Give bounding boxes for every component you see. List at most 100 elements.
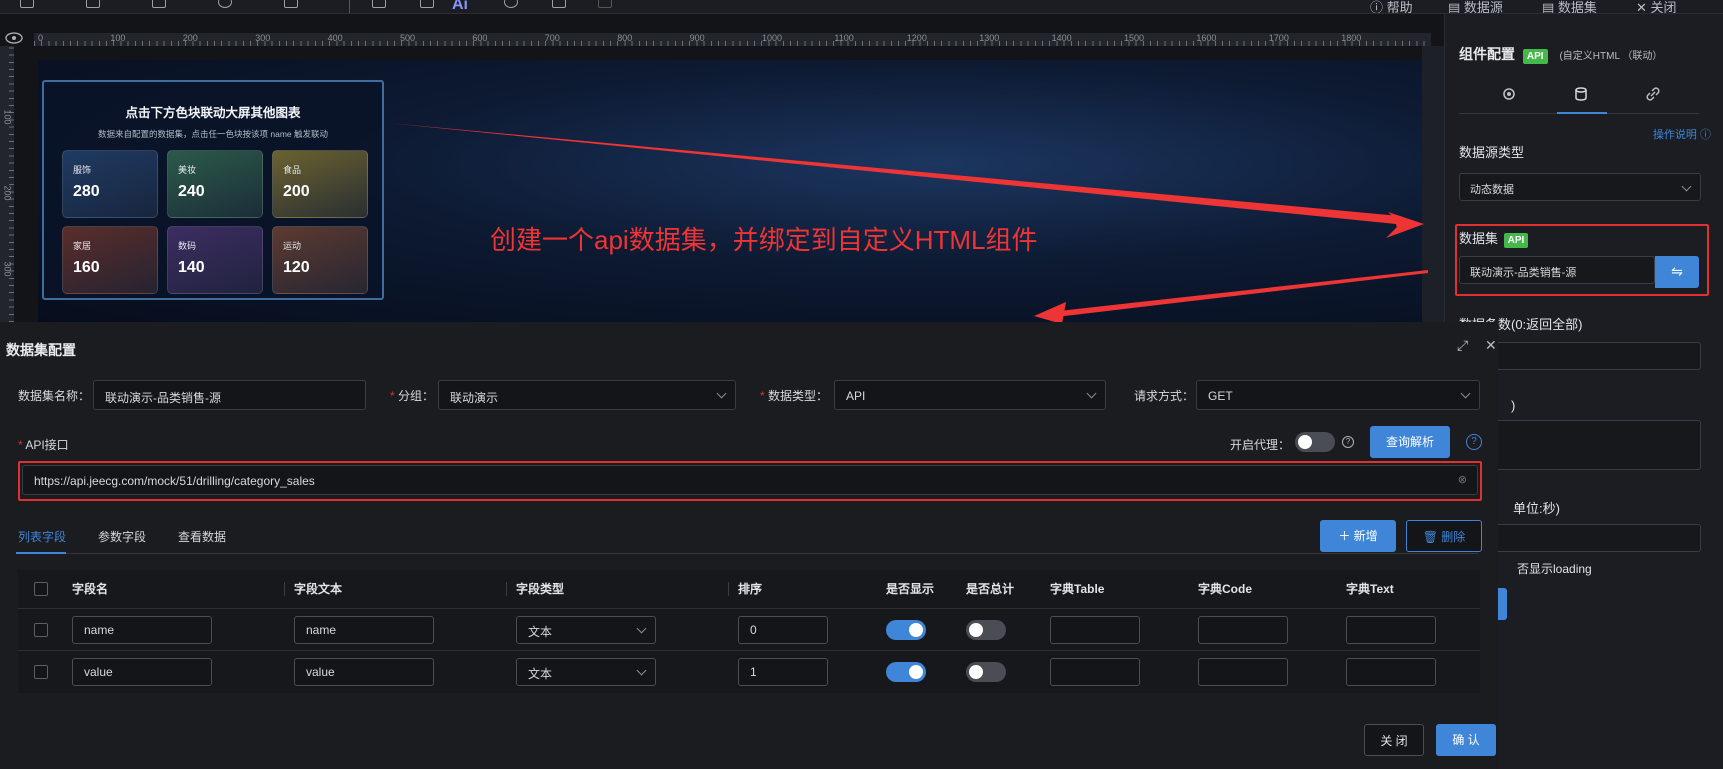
delete-field-button[interactable]: 🗑 删除	[1406, 520, 1482, 552]
source-type-select[interactable]: 动态数据	[1459, 173, 1701, 201]
proxy-toggle[interactable]	[1295, 432, 1335, 452]
field-text-input[interactable]: name	[294, 616, 434, 644]
row-checkbox[interactable]	[34, 623, 48, 637]
link-icon[interactable]	[1643, 84, 1663, 104]
add-label: 新增	[1353, 529, 1378, 543]
field-tabs: 列表字段 参数字段 查看数据	[16, 520, 1478, 554]
panel-tabs	[1459, 74, 1699, 114]
interval-label: 单位:秒)	[1513, 501, 1560, 516]
dataset-name-value: 联动演示-品类销售-源	[105, 391, 221, 405]
toggle-knob	[909, 623, 923, 637]
active-tab-indicator	[16, 552, 66, 554]
arrow-to-dataset	[388, 123, 1420, 232]
dict-code-input[interactable]	[1198, 616, 1288, 644]
chevron-down-icon	[1460, 388, 1471, 399]
column-separator	[284, 582, 285, 596]
tab-param-fields[interactable]: 参数字段	[98, 528, 146, 545]
order-input[interactable]: 0	[738, 616, 828, 644]
table-row: name name 文本 0	[18, 608, 1480, 650]
tab-list-fields[interactable]: 列表字段	[18, 528, 66, 545]
field-text-input[interactable]: value	[294, 658, 434, 686]
column-header: 字段文本	[294, 582, 343, 596]
chevron-down-icon	[1086, 388, 1097, 399]
group-value: 联动演示	[450, 391, 499, 405]
modal-confirm-button[interactable]: 确 认	[1436, 724, 1496, 756]
data-type-select[interactable]: API	[834, 380, 1106, 410]
dataset-highlight-box	[1455, 224, 1709, 296]
field-type-select-value: 文本	[528, 625, 553, 639]
tab-view-data[interactable]: 查看数据	[178, 528, 226, 545]
column-header: 排序	[738, 582, 763, 596]
total-toggle[interactable]	[966, 662, 1006, 682]
order-input-value: 1	[750, 665, 757, 679]
source-type-value: 动态数据	[1470, 184, 1514, 196]
chevron-down-icon	[636, 623, 647, 634]
close-icon[interactable]: ✕	[1485, 338, 1499, 352]
method-select[interactable]: GET	[1196, 380, 1480, 410]
field-type-select[interactable]: 文本	[516, 658, 656, 686]
field-type-select[interactable]: 文本	[516, 616, 656, 644]
panel-title: 组件配置 API (自定义HTML （联动）	[1459, 44, 1662, 64]
gear-icon[interactable]	[1499, 84, 1519, 104]
data-type-value: API	[846, 389, 866, 403]
loading-label: 否显示loading	[1517, 562, 1592, 576]
help-circle-icon[interactable]: ?	[1466, 434, 1482, 450]
dict-code-input[interactable]	[1198, 658, 1288, 686]
show-toggle[interactable]	[886, 662, 926, 682]
type-label: * 数据类型：	[760, 389, 829, 403]
field-name-input[interactable]: name	[72, 616, 212, 644]
help-link[interactable]: 操作说明 ⓘ	[1653, 126, 1711, 142]
column-header: 是否总计	[966, 582, 1015, 596]
column-header: 字典Code	[1198, 582, 1253, 596]
add-field-button[interactable]: ＋ 新增	[1320, 520, 1396, 552]
method-label: 请求方式：	[1134, 389, 1195, 403]
table-row: value value 文本 1	[18, 650, 1480, 692]
modal-title: 数据集配置	[6, 342, 76, 358]
help-link-text: 操作说明	[1652, 129, 1697, 141]
dict-table-input[interactable]	[1050, 616, 1140, 644]
modal-close-button[interactable]: 关 闭	[1364, 724, 1424, 756]
proxy-help-icon[interactable]: ?	[1342, 436, 1354, 448]
source-type-label: 数据源类型	[1459, 145, 1525, 160]
group-label-text: 分组：	[398, 389, 435, 403]
arrow-to-modal	[1048, 270, 1428, 318]
database-tab-icon[interactable]	[1571, 84, 1591, 104]
arrow-head-left	[1034, 302, 1066, 324]
panel-title-text: 组件配置	[1459, 46, 1515, 62]
name-label: 数据集名称：	[18, 389, 91, 403]
param-label: )	[1511, 398, 1516, 413]
order-input[interactable]: 1	[738, 658, 828, 686]
total-toggle[interactable]	[966, 620, 1006, 640]
fullscreen-icon[interactable]: ⤢	[1457, 338, 1471, 352]
show-toggle[interactable]	[886, 620, 926, 640]
group-select[interactable]: 联动演示	[438, 380, 736, 410]
select-all-checkbox[interactable]	[34, 582, 48, 596]
type-label-text: 数据类型：	[768, 389, 829, 403]
query-parse-button[interactable]: 查询解析	[1370, 426, 1450, 458]
field-name-input-value: value	[84, 665, 113, 679]
field-text-input-value: name	[306, 623, 337, 637]
chevron-down-icon	[1681, 181, 1692, 192]
api-label-text: API接口	[25, 438, 69, 452]
column-header: 字段名	[72, 582, 109, 596]
column-header: 是否显示	[886, 582, 935, 596]
app-root: { "toolbar": { "help": "帮助", "datasource…	[0, 0, 1723, 769]
field-name-input-value: name	[84, 623, 115, 637]
field-name-input[interactable]: value	[72, 658, 212, 686]
active-tab-indicator	[1557, 112, 1607, 114]
api-badge: API	[1522, 49, 1548, 64]
dataset-config-modal: 数据集配置 ⤢ ✕ 数据集名称： 联动演示-品类销售-源 * 分组： 联动演示 …	[0, 322, 1498, 769]
column-separator	[728, 582, 729, 596]
dict-table-input[interactable]	[1050, 658, 1140, 686]
fields-table: 字段名 字段文本 字段类型 排序 是否显示 是否总计 字典Table 字典Code 字典Text…	[18, 570, 1480, 693]
row-checkbox[interactable]	[34, 665, 48, 679]
dataset-name-input[interactable]: 联动演示-品类销售-源	[93, 380, 366, 410]
toggle-knob	[969, 623, 983, 637]
dict-text-input[interactable]	[1346, 658, 1436, 686]
dict-text-input[interactable]	[1346, 616, 1436, 644]
api-highlight-box	[18, 461, 1482, 501]
column-header: 字典Table	[1050, 582, 1105, 596]
column-header: 字典Text	[1346, 582, 1394, 596]
toggle-knob	[909, 665, 923, 679]
chevron-down-icon	[716, 388, 727, 399]
